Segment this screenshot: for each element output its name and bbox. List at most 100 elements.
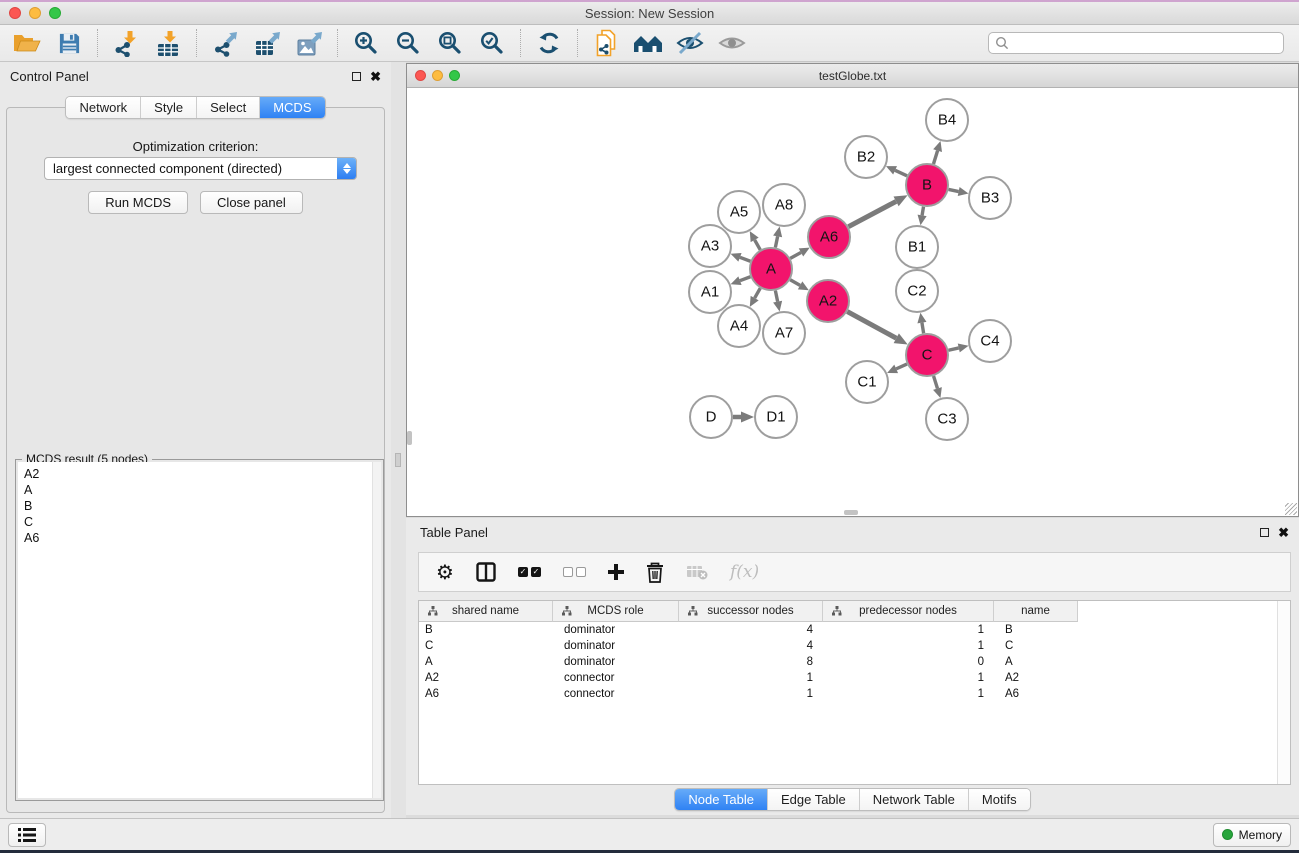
zoom-fit-icon <box>437 30 463 56</box>
tab-mcds[interactable]: MCDS <box>259 97 324 118</box>
graph-edge-A-A2[interactable] <box>790 280 800 286</box>
graph-edge-A-A4[interactable] <box>755 288 761 298</box>
graph-edge-C-C4[interactable] <box>948 348 958 350</box>
trash-icon <box>646 562 664 583</box>
network-canvas[interactable]: B4B2BB3A8A5A6A3B1AA1C2A2A4A7C4CC1C3DD1 <box>407 88 1298 516</box>
zoom-in-button[interactable] <box>345 27 387 59</box>
run-mcds-button[interactable]: Run MCDS <box>88 191 188 214</box>
graph-edge-C-C1[interactable] <box>896 364 907 369</box>
table-row[interactable]: A2connector11A2 <box>419 670 1290 686</box>
graph-edge-A-A6[interactable] <box>790 252 801 258</box>
graph-edge-arrowhead <box>917 313 926 324</box>
graph-edge-A2-C[interactable] <box>847 312 896 339</box>
table-cell: 1 <box>679 686 823 702</box>
export-image-button[interactable] <box>288 27 330 59</box>
optimization-criterion-dropdown[interactable]: largest connected component (directed) <box>44 157 357 180</box>
column-header-shared-name[interactable]: shared name <box>419 601 553 622</box>
apply-layout-refresh-button[interactable] <box>528 27 570 59</box>
table-cell: A2 <box>419 670 553 686</box>
memory-button[interactable]: Memory <box>1213 823 1291 847</box>
column-header-mcds-role[interactable]: MCDS role <box>553 601 679 622</box>
table-cell: 1 <box>823 670 994 686</box>
graph-edge-A-A8[interactable] <box>775 236 777 247</box>
hide-selected-button[interactable] <box>669 27 711 59</box>
mcds-list-scrollbar[interactable] <box>372 462 381 798</box>
tab-network[interactable]: Network <box>66 97 140 118</box>
graph-node-label-D1: D1 <box>766 409 785 426</box>
table-row[interactable]: Bdominator41B <box>419 622 1290 638</box>
close-panel-icon[interactable]: ✖ <box>370 71 381 82</box>
column-header-predecessor-nodes[interactable]: predecessor nodes <box>823 601 994 622</box>
tab-network-table[interactable]: Network Table <box>859 789 968 810</box>
search-input[interactable] <box>1009 34 1277 52</box>
tab-node-table[interactable]: Node Table <box>675 789 767 810</box>
tab-motifs[interactable]: Motifs <box>968 789 1030 810</box>
table-row[interactable]: A6connector11A6 <box>419 686 1290 702</box>
tab-style[interactable]: Style <box>140 97 196 118</box>
mcds-result-item[interactable]: A <box>18 482 381 498</box>
save-session-button[interactable] <box>48 27 90 59</box>
column-settings-button[interactable]: ⚙ <box>436 557 454 587</box>
zoom-in-icon <box>353 30 379 56</box>
table-row[interactable]: Cdominator41C <box>419 638 1290 654</box>
graph-edge-A-A1[interactable] <box>740 277 750 281</box>
column-header-name[interactable]: name <box>994 601 1078 622</box>
graph-edge-C-C2[interactable] <box>922 323 924 334</box>
zoom-fit-button[interactable] <box>429 27 471 59</box>
deselect-all-rows-button[interactable] <box>563 557 586 587</box>
graph-edge-B-B2[interactable] <box>895 170 907 175</box>
graph-edge-A-A5[interactable] <box>755 240 761 250</box>
graph-edge-B-B4[interactable] <box>933 151 937 164</box>
table-row[interactable]: Adominator80A <box>419 654 1290 670</box>
column-header-label: successor nodes <box>679 605 822 617</box>
graph-edge-B-B1[interactable] <box>922 207 923 216</box>
show-all-button[interactable] <box>711 27 753 59</box>
delete-columns-button[interactable] <box>646 557 664 587</box>
table-cell: 0 <box>823 654 994 670</box>
task-history-button[interactable] <box>8 823 46 847</box>
split-table-button[interactable] <box>476 557 496 587</box>
horizontal-scrollbar[interactable] <box>844 510 858 515</box>
panel-splitter[interactable] <box>391 62 406 818</box>
window-resize-grip[interactable] <box>1285 503 1297 515</box>
table-scrollbar[interactable] <box>1277 601 1290 784</box>
float-panel-icon[interactable] <box>352 72 361 81</box>
mcds-result-item[interactable]: C <box>18 514 381 530</box>
column-type-icon <box>428 606 438 616</box>
mcds-result-item[interactable]: A6 <box>18 530 381 546</box>
float-table-panel-icon[interactable] <box>1260 528 1269 537</box>
graph-edge-arrowhead <box>933 387 942 398</box>
open-session-button[interactable] <box>6 27 48 59</box>
export-table-button[interactable] <box>246 27 288 59</box>
first-neighbors-button[interactable] <box>627 27 669 59</box>
tab-edge-table[interactable]: Edge Table <box>767 789 859 810</box>
graph-edge-A6-B[interactable] <box>848 201 896 226</box>
mcds-result-item[interactable]: B <box>18 498 381 514</box>
export-network-button[interactable] <box>204 27 246 59</box>
create-column-button[interactable] <box>608 557 624 587</box>
graph-edge-A-A3[interactable] <box>740 257 750 261</box>
vertical-scrollbar[interactable] <box>407 431 412 445</box>
houses-icon <box>633 31 663 55</box>
zoom-out-button[interactable] <box>387 27 429 59</box>
mcds-result-item[interactable]: A2 <box>18 466 381 482</box>
tab-select[interactable]: Select <box>196 97 259 118</box>
close-panel-button[interactable]: Close panel <box>200 191 303 214</box>
graph-node-label-A: A <box>766 261 776 278</box>
graph-edge-C-C3[interactable] <box>934 376 938 388</box>
zoom-selected-button[interactable] <box>471 27 513 59</box>
delete-table-button[interactable] <box>686 557 708 587</box>
search-box[interactable] <box>988 32 1284 54</box>
new-network-from-selection-button[interactable] <box>585 27 627 59</box>
import-table-button[interactable] <box>147 27 189 59</box>
function-builder-button[interactable]: f(x) <box>730 557 759 587</box>
select-all-rows-button[interactable]: ✓✓ <box>518 557 541 587</box>
fx-icon: f(x) <box>730 562 759 582</box>
list-icon <box>17 827 37 843</box>
close-table-panel-icon[interactable]: ✖ <box>1278 527 1289 538</box>
splitter-grip[interactable] <box>395 453 401 467</box>
column-header-successor-nodes[interactable]: successor nodes <box>679 601 823 622</box>
graph-edge-B-B3[interactable] <box>949 189 959 191</box>
graph-edge-A-A7[interactable] <box>775 291 777 302</box>
import-network-button[interactable] <box>105 27 147 59</box>
